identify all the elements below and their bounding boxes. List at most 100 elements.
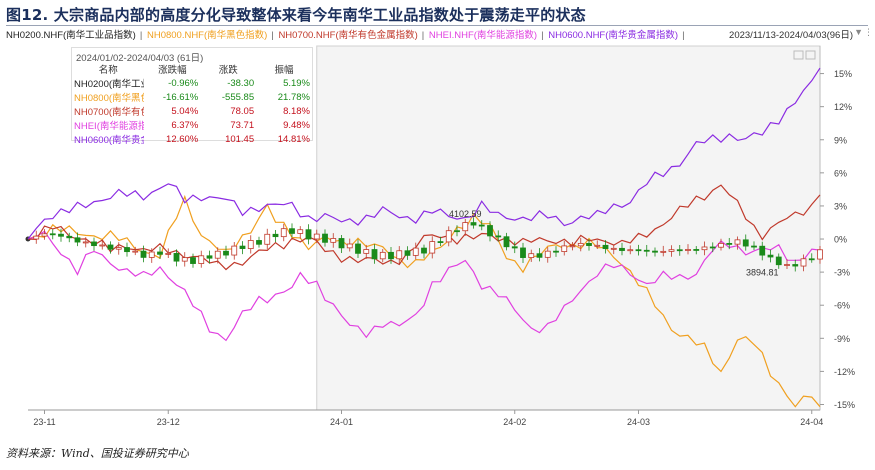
- candle-body: [536, 253, 543, 258]
- candle-body: [107, 244, 114, 250]
- candle-body: [487, 225, 493, 237]
- stats-pct: 12.60%: [166, 133, 199, 145]
- candle-body: [652, 250, 658, 253]
- candle-body: [173, 253, 180, 262]
- candle-body: [223, 250, 229, 256]
- candle-body: [520, 247, 526, 258]
- candle-body: [784, 264, 790, 266]
- candle-body: [206, 255, 213, 259]
- candle-body: [619, 247, 625, 251]
- y-tick-label: 0%: [834, 235, 847, 245]
- candle-body: [190, 257, 196, 264]
- candle-body: [767, 254, 774, 258]
- candle-body: [817, 249, 823, 260]
- candle-body: [594, 244, 601, 247]
- stats-name: NH0200(南华工业品指数): [74, 79, 144, 90]
- candle-body: [569, 245, 576, 248]
- candle-body: [495, 235, 502, 238]
- candle-body: [91, 241, 97, 247]
- stats-table: 名称 涨跌幅 涨跌 振幅 NH0200(南华工业品指数) -0.96% -38.…: [72, 62, 312, 146]
- y-tick-label: -3%: [834, 268, 850, 278]
- highlight-range: [316, 45, 821, 411]
- candle-body: [454, 230, 460, 233]
- candle-body: [437, 241, 444, 243]
- candle-body: [511, 246, 518, 249]
- stats-chg: 73.71: [230, 119, 255, 131]
- candle-body: [82, 241, 89, 244]
- candle-body: [586, 242, 592, 246]
- candle-body: [148, 251, 155, 258]
- candle-body: [693, 249, 700, 251]
- candle-body: [256, 240, 262, 245]
- candle-body: [808, 258, 815, 261]
- candle-body: [165, 253, 172, 255]
- candle-body: [792, 264, 799, 267]
- stats-amp: 8.18%: [283, 105, 310, 117]
- candle-body: [140, 250, 147, 258]
- candle-body: [49, 233, 56, 236]
- x-tick-label: 23-11: [33, 417, 55, 427]
- candle-body: [470, 222, 477, 226]
- candle-body: [726, 243, 733, 245]
- candle-body: [239, 245, 246, 249]
- stats-chg: 101.45: [225, 133, 255, 145]
- stats-amp: 21.78%: [277, 91, 310, 103]
- candle-body: [610, 247, 617, 250]
- candle-body: [289, 228, 295, 234]
- stats-pct: -0.96%: [168, 77, 199, 89]
- candle-body: [132, 250, 139, 253]
- price-annotation: 3894.81: [746, 267, 779, 277]
- stats-name: NH0800(南华黑色指数): [74, 93, 144, 104]
- stats-header-pct: 涨跌幅: [158, 65, 187, 76]
- y-tick-label: -9%: [834, 334, 850, 344]
- candle-body: [66, 235, 73, 239]
- candle-body: [775, 256, 782, 266]
- candle-body: [421, 247, 427, 254]
- candle-body: [718, 243, 724, 248]
- stats-chg: -38.30: [227, 77, 255, 89]
- candle-body: [528, 253, 535, 258]
- candle-body: [668, 249, 675, 252]
- candle-body: [74, 237, 81, 243]
- y-tick-label: -15%: [834, 400, 855, 410]
- candle-body: [272, 233, 279, 238]
- candle-body: [346, 243, 353, 249]
- candle-body: [124, 247, 130, 253]
- candle-body: [322, 233, 328, 243]
- candle-body: [33, 235, 40, 240]
- x-tick-label: 24-04: [800, 417, 823, 427]
- y-tick-label: 6%: [834, 168, 847, 178]
- candle-body: [231, 245, 238, 256]
- candle-body: [297, 229, 304, 234]
- candle-body: [635, 249, 642, 252]
- candle-body: [478, 224, 485, 227]
- stats-panel: 2024/01/02-2024/04/03 (61日) 名称 涨跌幅 涨跌 振幅…: [71, 47, 313, 146]
- candle-body: [742, 239, 749, 247]
- y-tick-label: 15%: [834, 69, 852, 79]
- candle-body: [305, 229, 312, 240]
- y-tick-label: -6%: [834, 301, 850, 311]
- x-tick-label: 24-02: [503, 417, 526, 427]
- stats-amp: 14.81%: [277, 133, 310, 145]
- source-note: 资料来源：Wind、国投证券研究中心: [6, 447, 189, 460]
- candle-body: [115, 247, 122, 250]
- stats-chg: 78.05: [230, 105, 255, 117]
- candle-body: [58, 233, 64, 237]
- candle-body: [404, 250, 411, 256]
- stats-chg: -555.85: [221, 91, 255, 103]
- stats-header-row: 名称 涨跌幅 涨跌 振幅: [72, 62, 312, 76]
- stats-pct: 5.04%: [171, 105, 199, 117]
- candle-body: [396, 250, 403, 260]
- candle-body: [577, 242, 584, 247]
- candle-body: [462, 222, 469, 232]
- candle-body: [280, 228, 287, 238]
- candle-body: [214, 250, 221, 259]
- stats-row: NHEI(南华能源指数) 6.37% 73.71 9.48%: [72, 118, 312, 133]
- candle-body: [544, 250, 551, 258]
- stats-header-amp: 振幅: [274, 65, 294, 76]
- candle-body: [157, 251, 163, 255]
- candle-body: [338, 238, 345, 249]
- candle-body: [685, 249, 691, 251]
- candle-body: [412, 247, 419, 256]
- candle-body: [355, 243, 361, 254]
